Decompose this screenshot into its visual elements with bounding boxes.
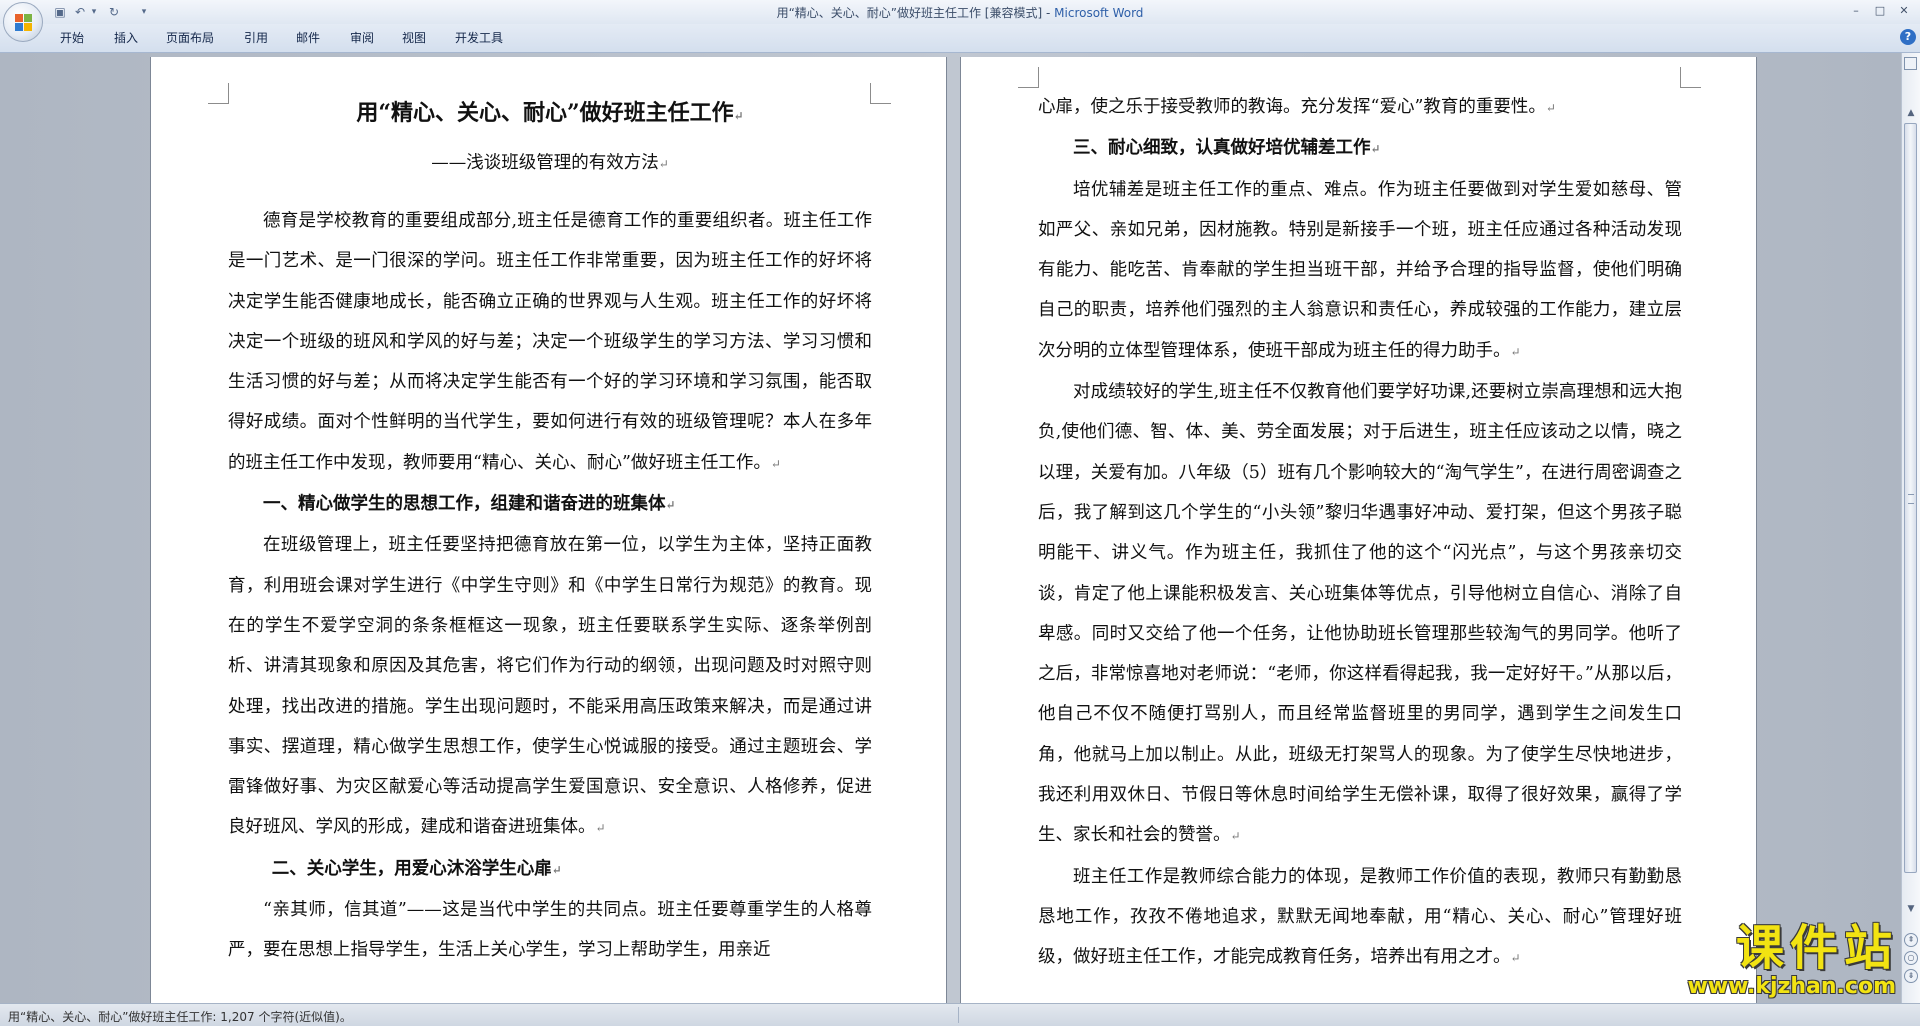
document-title: 用“精心、关心、耐心”做好班主任工作 [356,100,734,126]
office-logo-icon [15,14,33,32]
view-ruler-button[interactable] [1904,57,1917,70]
select-browse-object-icon[interactable]: ○ [1904,951,1918,965]
next-page-icon[interactable]: ⇟ [1904,969,1918,983]
window-title: 用“精心、关心、耐心”做好班主任工作 [兼容模式] - Microsoft Wo… [0,4,1920,21]
scroll-down-icon[interactable]: ▼ [1902,901,1920,917]
margin-corner-mark [1018,67,1039,88]
heading-section-2: 二、关心学生，用爱心沐浴学生心扉 [271,858,552,879]
margin-corner-mark [1680,67,1701,88]
paragraph-mark: ↵ [1510,951,1521,966]
paragraph-intro: 德育是学校教育的重要组成部分,班主任是德育工作的重要组织者。班主任工作是一门艺术… [228,211,872,473]
previous-page-icon[interactable]: ⇞ [1904,933,1918,947]
tab-mailings[interactable]: 邮件 [296,30,320,46]
page-2-text[interactable]: 心扉，使之乐于接受教师的教诲。充分发挥“爱心”教育的重要性。↵ 三、耐心细致，认… [1038,87,1682,979]
heading-section-1: 一、精心做学生的思想工作，组建和谐奋进的班集体 [263,494,666,515]
paragraph-mark: ↵ [595,821,606,836]
tab-references[interactable]: 引用 [244,30,268,46]
margin-corner-mark [870,83,891,104]
paragraph-section-2: “亲其师，信其道”——这是当代中学生的共同点。班主任要尊重学生的人格尊严，要在思… [228,900,872,961]
document-page-1[interactable]: 用“精心、关心、耐心”做好班主任工作↵ ——浅谈班级管理的有效方法↵ 德育是学校… [151,57,946,1003]
scroll-thumb[interactable] [1904,123,1917,873]
paragraph-mark: ↵ [1230,829,1241,844]
status-bar: 用“精心、关心、耐心”做好班主任工作: 1,207 个字符(近似值)。 [0,1003,1920,1026]
paragraph-section-3-a: 培优辅差是班主任工作的重点、难点。作为班主任要做到对学生爱如慈母、管如严父、亲如… [1038,179,1682,361]
maximize-button[interactable]: □ [1870,2,1890,20]
close-button[interactable]: ✕ [1894,2,1914,20]
document-page-2[interactable]: 心扉，使之乐于接受教师的教诲。充分发挥“爱心”教育的重要性。↵ 三、耐心细致，认… [961,57,1756,1003]
tab-page-layout[interactable]: 页面布局 [166,30,214,46]
paragraph-section-2-continued: 心扉，使之乐于接受教师的教诲。充分发挥“爱心”教育的重要性。 [1038,97,1546,117]
minimize-button[interactable]: – [1846,2,1866,20]
scroll-up-icon[interactable]: ▲ [1902,105,1920,121]
paragraph-mark: ↵ [551,862,562,877]
paragraph-mark: ↵ [665,498,676,513]
scroll-grip-icon [1908,494,1914,504]
tab-review[interactable]: 审阅 [350,30,374,46]
paragraph-mark: ↵ [733,109,744,123]
paragraph-mark: ↵ [658,157,669,171]
margin-corner-mark [208,83,229,104]
office-button[interactable] [3,2,43,42]
ribbon-tab-bar: 开始 插入 页面布局 引用 邮件 审阅 视图 开发工具 ? [0,24,1920,53]
tab-insert[interactable]: 插入 [114,30,138,46]
watermark-logo: 课件站 www.kjzhan.com [1673,920,1898,1002]
window-title-app: Microsoft Word [1054,6,1144,20]
vertical-scrollbar[interactable]: ▲ ▼ ⇞ ○ ⇟ [1901,53,1920,1003]
window-title-doc: 用“精心、关心、耐心”做好班主任工作 [兼容模式] [776,6,1043,20]
paragraph-conclusion: 班主任工作是教师综合能力的体现，是教师工作价值的表现，教师只有勤勤恳恳地工作，孜… [1038,866,1682,968]
status-word-count[interactable]: 用“精心、关心、耐心”做好班主任工作: 1,207 个字符(近似值)。 [8,1008,352,1025]
title-bar: ▣ ↶ ▾ ↻ ▾ 用“精心、关心、耐心”做好班主任工作 [兼容模式] - Mi… [0,0,1920,42]
status-divider [958,1007,959,1023]
paragraph-mark: ↵ [1545,101,1556,115]
tab-home[interactable]: 开始 [60,30,84,46]
paragraph-mark: ↵ [770,456,781,471]
paragraph-section-1: 在班级管理上，班主任要坚持把德育放在第一位，以学生为主体，坚持正面教育，利用班会… [228,535,872,838]
paragraph-mark: ↵ [1370,142,1381,157]
paragraph-mark: ↵ [1510,344,1521,359]
window-title-separator: - [1042,6,1055,20]
paragraph-section-3-b: 对成绩较好的学生,班主任不仅教育他们要学好功课,还要树立崇高理想和远大抱负,使他… [1038,382,1682,846]
tab-developer[interactable]: 开发工具 [455,30,503,46]
heading-section-3: 三、耐心细致，认真做好培优辅差工作 [1073,138,1371,159]
page-1-text[interactable]: 用“精心、关心、耐心”做好班主任工作↵ ——浅谈班级管理的有效方法↵ 德育是学校… [228,89,872,971]
watermark-text: 课件站 [1735,920,1898,976]
tab-view[interactable]: 视图 [402,30,426,46]
watermark-url: www.kjzhan.com [1687,974,1896,999]
help-icon[interactable]: ? [1900,29,1916,45]
document-area[interactable]: 用“精心、关心、耐心”做好班主任工作↵ ——浅谈班级管理的有效方法↵ 德育是学校… [0,53,1902,1003]
document-subtitle: ——浅谈班级管理的有效方法 [431,153,659,173]
